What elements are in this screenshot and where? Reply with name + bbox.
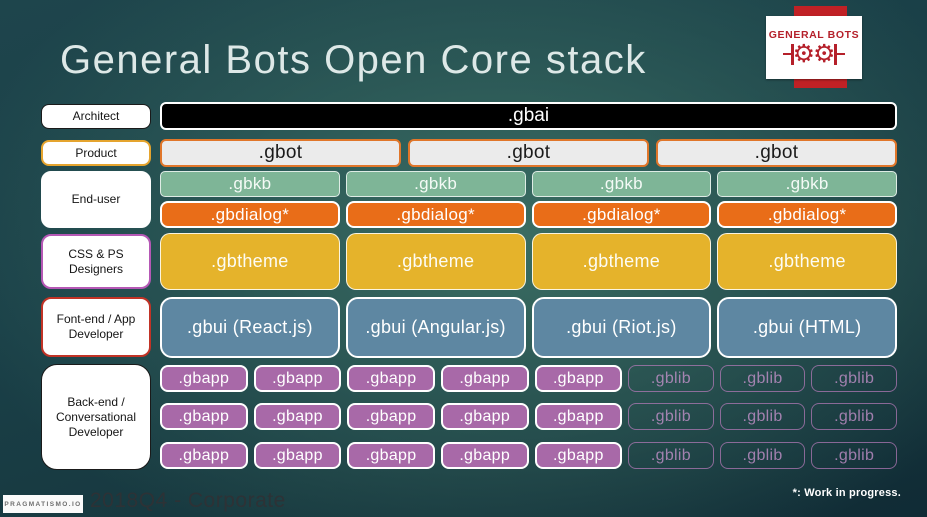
- general-bots-logo: GENERAL BOTS ⚙ ⚙: [766, 16, 862, 79]
- gbapp-box: .gbapp: [440, 403, 529, 430]
- gear-wing-left: [783, 52, 792, 56]
- gbapp-box: .gbapp: [160, 442, 248, 469]
- row-label-end-user: End-user: [41, 171, 151, 228]
- gblib-box: .gblib: [628, 403, 714, 430]
- gbkb-box: .gbkb: [345, 171, 526, 197]
- gbdialog-row: .gbdialog* .gbdialog* .gbdialog* .gbdial…: [160, 201, 897, 228]
- gbapp-box: .gbapp: [347, 365, 435, 392]
- gbtheme-box: .gbtheme: [345, 233, 526, 290]
- gblib-box: .gblib: [811, 442, 897, 469]
- gbtheme-row: .gbtheme .gbtheme .gbtheme .gbtheme: [160, 233, 897, 290]
- gbdialog-box: .gbdialog*: [160, 201, 340, 228]
- gbui-riot-box: .gbui (Riot.js): [531, 297, 712, 358]
- gbui-html-box: .gbui (HTML): [717, 297, 897, 358]
- gears-icon: ⚙ ⚙: [783, 39, 845, 68]
- gbot-row: .gbot .gbot .gbot: [160, 139, 897, 167]
- gblib-box: .gblib: [719, 365, 806, 392]
- gblib-box: .gblib: [719, 442, 806, 469]
- gblib-box: .gblib: [628, 442, 714, 469]
- gear-icon: ⚙: [792, 39, 815, 68]
- logo-brand-text: GENERAL BOTS: [768, 28, 860, 41]
- gbapp-box: .gbapp: [160, 365, 248, 392]
- gbtheme-box: .gbtheme: [717, 233, 897, 290]
- gbkb-row: .gbkb .gbkb .gbkb .gbkb: [160, 171, 897, 197]
- gbdialog-box: .gbdialog*: [345, 201, 526, 228]
- page-title: General Bots Open Core stack: [60, 38, 647, 82]
- row-label-product: Product: [41, 140, 151, 166]
- gbui-row: .gbui (React.js) .gbui (Angular.js) .gbu…: [160, 297, 897, 358]
- gbapp-box: .gbapp: [253, 365, 342, 392]
- gbapp-box: .gbapp: [440, 365, 529, 392]
- gear-icon: ⚙: [813, 39, 836, 68]
- gbapp-box: .gbapp: [534, 442, 623, 469]
- gbot-box: .gbot: [408, 139, 649, 167]
- row-label-architect: Architect: [41, 104, 151, 129]
- gbapp-box: .gbapp: [160, 403, 248, 430]
- gbapp-box: .gbapp: [253, 442, 342, 469]
- gbapp-box: .gbapp: [440, 442, 529, 469]
- gblib-box: .gblib: [811, 403, 897, 430]
- slide-canvas: General Bots Open Core stack GENERAL BOT…: [0, 0, 927, 517]
- backend-row-2: .gbapp .gbapp .gbapp .gbapp .gbapp .gbli…: [160, 403, 897, 430]
- gblib-box: .gblib: [628, 365, 714, 392]
- row-label-frontend-app-developer: Font-end / App Developer: [41, 297, 151, 357]
- gbdialog-box: .gbdialog*: [531, 201, 712, 228]
- gbai-box: .gbai: [160, 102, 897, 130]
- gblib-box: .gblib: [719, 403, 806, 430]
- row-label-css-ps-designers: CSS & PS Designers: [41, 234, 151, 289]
- footer-caption: 2018Q4 - Corporate: [90, 489, 286, 512]
- gbui-react-box: .gbui (React.js): [160, 297, 340, 358]
- gbot-box: .gbot: [656, 139, 897, 167]
- gbapp-box: .gbapp: [347, 403, 435, 430]
- gbapp-box: .gbapp: [534, 403, 623, 430]
- gbapp-box: .gbapp: [534, 365, 623, 392]
- backend-row-3: .gbapp .gbapp .gbapp .gbapp .gbapp .gbli…: [160, 442, 897, 469]
- gbtheme-box: .gbtheme: [160, 233, 340, 290]
- gbkb-box: .gbkb: [160, 171, 340, 197]
- gbkb-box: .gbkb: [717, 171, 897, 197]
- gbot-box: .gbot: [160, 139, 401, 167]
- gear-wing-right: [836, 52, 845, 56]
- gbtheme-box: .gbtheme: [531, 233, 712, 290]
- row-label-backend-conversational-developer: Back-end / Conversational Developer: [41, 364, 151, 470]
- work-in-progress-note: *: Work in progress.: [792, 487, 901, 499]
- gbapp-box: .gbapp: [347, 442, 435, 469]
- gbkb-box: .gbkb: [531, 171, 712, 197]
- backend-row-1: .gbapp .gbapp .gbapp .gbapp .gbapp .gbli…: [160, 365, 897, 392]
- gblib-box: .gblib: [811, 365, 897, 392]
- gbdialog-box: .gbdialog*: [717, 201, 897, 228]
- gbapp-box: .gbapp: [253, 403, 342, 430]
- pragmatismo-logo: PRAGMATISMO.IO: [3, 495, 83, 513]
- gbui-angular-box: .gbui (Angular.js): [345, 297, 526, 358]
